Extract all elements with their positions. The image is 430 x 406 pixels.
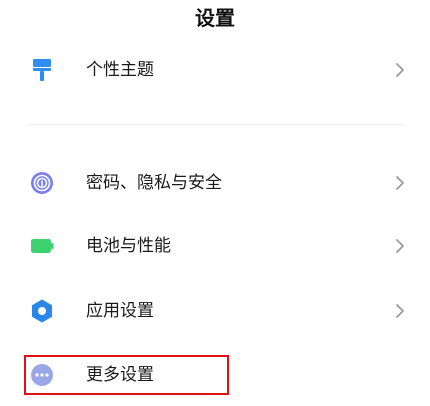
section-divider bbox=[28, 124, 404, 125]
settings-item-battery-performance[interactable]: 电池与性能 bbox=[0, 218, 430, 274]
chevron-right-icon bbox=[394, 303, 406, 319]
battery-icon bbox=[30, 234, 54, 258]
chevron-right-icon bbox=[394, 62, 406, 78]
chevron-right-icon bbox=[394, 238, 406, 254]
page-title: 设置 bbox=[195, 6, 235, 30]
settings-item-personal-theme[interactable]: 个性主题 bbox=[0, 42, 430, 98]
chevron-right-icon bbox=[394, 175, 406, 191]
settings-item-label: 电池与性能 bbox=[86, 236, 171, 256]
paintbrush-icon bbox=[30, 58, 54, 82]
settings-item-label: 密码、隐私与安全 bbox=[86, 173, 222, 193]
title-bar: 设置 bbox=[0, 0, 430, 36]
settings-item-label: 应用设置 bbox=[86, 301, 154, 321]
highlight-box bbox=[24, 355, 229, 395]
settings-item-password-privacy-security[interactable]: 密码、隐私与安全 bbox=[0, 155, 430, 211]
fingerprint-icon bbox=[30, 171, 54, 195]
settings-item-label: 个性主题 bbox=[86, 60, 154, 80]
settings-item-app-settings[interactable]: 应用设置 bbox=[0, 283, 430, 339]
gear-icon bbox=[30, 299, 54, 323]
